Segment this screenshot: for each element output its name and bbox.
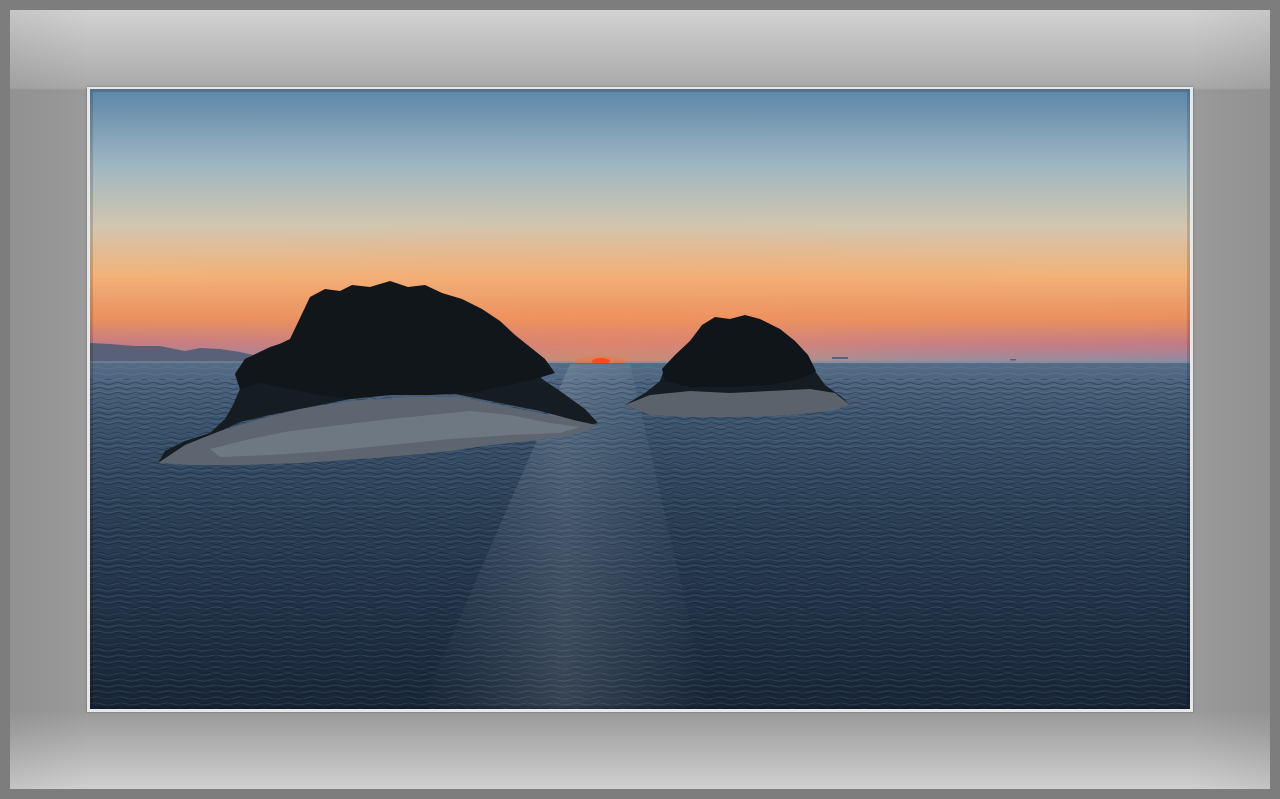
picture-frame: [0, 0, 1280, 799]
landscape-photo: [90, 89, 1190, 709]
